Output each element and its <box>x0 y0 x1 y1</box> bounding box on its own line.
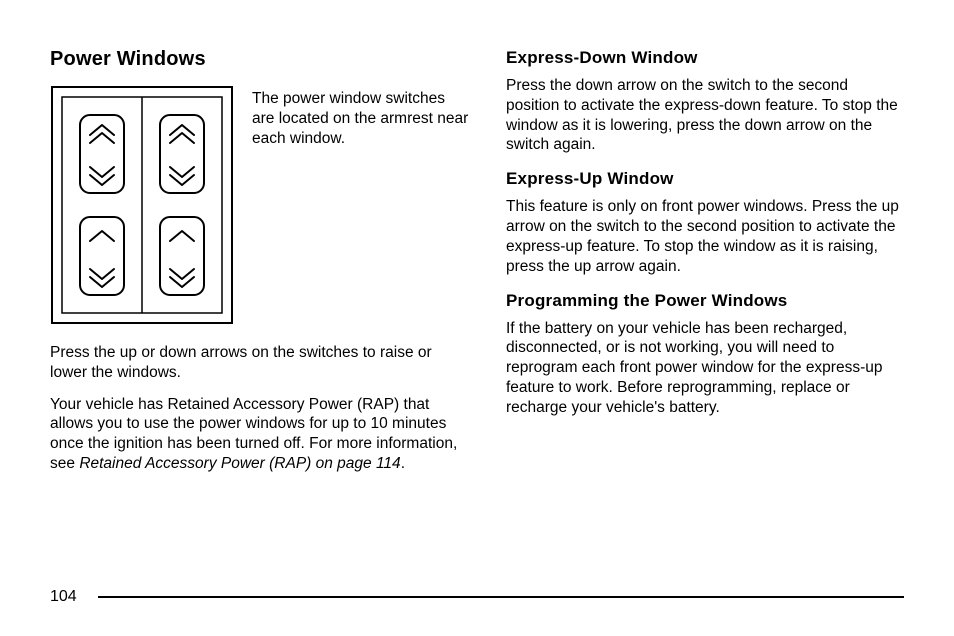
paragraph-express-down: Press the down arrow on the switch to th… <box>506 76 904 155</box>
heading-express-up: Express-Up Window <box>506 169 904 189</box>
rap-reference-italic: Retained Accessory Power (RAP) on page 1… <box>79 455 400 472</box>
intro-text: The power window switches are located on… <box>252 85 470 325</box>
heading-programming: Programming the Power Windows <box>506 291 904 311</box>
heading-power-windows: Power Windows <box>50 48 470 71</box>
page-rule <box>98 596 904 598</box>
page-footer: 104 <box>50 588 904 606</box>
paragraph-rap: Your vehicle has Retained Accessory Powe… <box>50 395 470 474</box>
page-number: 104 <box>50 588 84 606</box>
left-column: Power Windows <box>50 48 470 486</box>
paragraph-programming: If the battery on your vehicle has been … <box>506 319 904 418</box>
intro-row: The power window switches are located on… <box>50 85 470 325</box>
page-content: Power Windows <box>50 48 904 486</box>
right-column: Express-Down Window Press the down arrow… <box>506 48 904 486</box>
heading-express-down: Express-Down Window <box>506 48 904 68</box>
rap-text-b: . <box>401 455 405 472</box>
window-switch-panel-illustration <box>50 85 234 325</box>
intro-paragraph: The power window switches are located on… <box>252 89 470 148</box>
paragraph-express-up: This feature is only on front power wind… <box>506 197 904 276</box>
paragraph-press-arrows: Press the up or down arrows on the switc… <box>50 343 470 383</box>
